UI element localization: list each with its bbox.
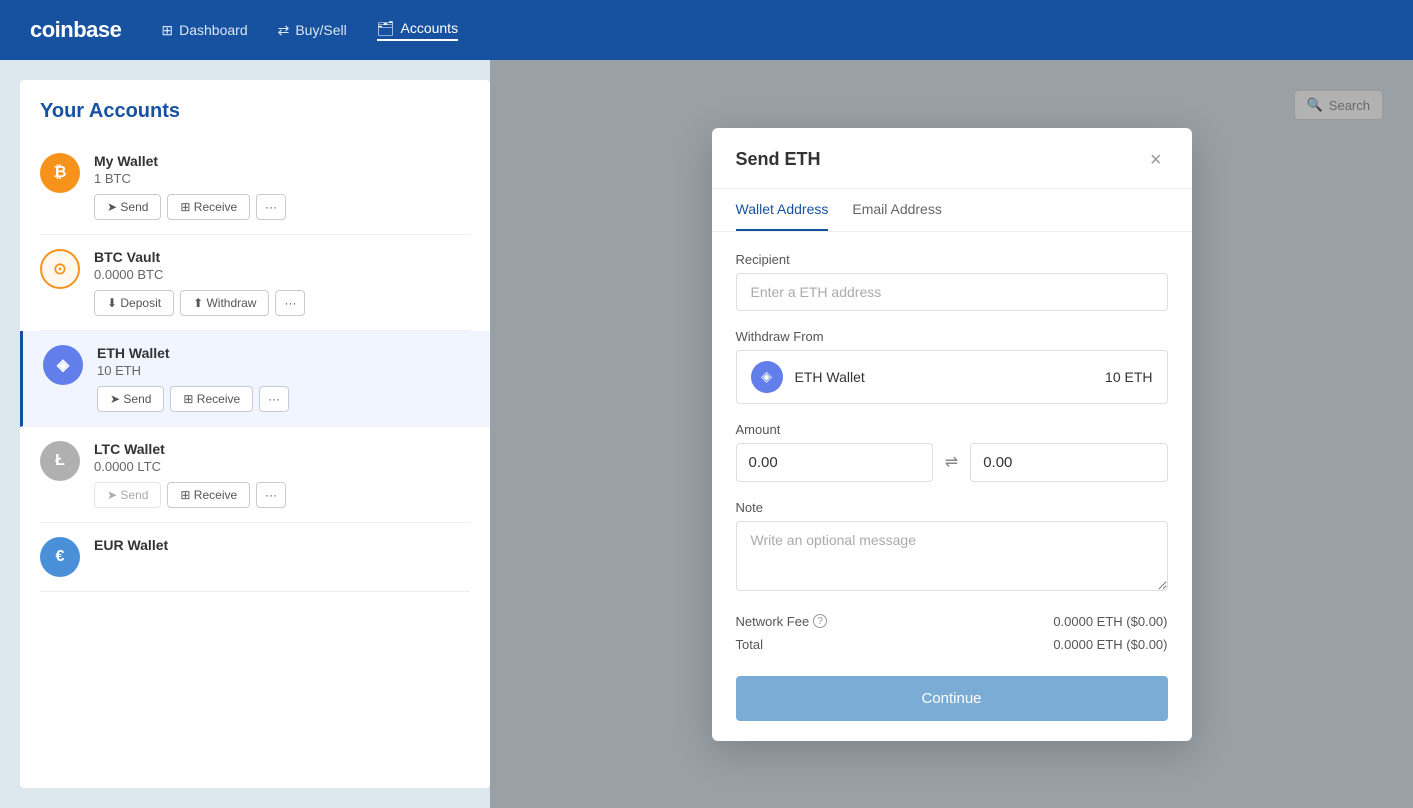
account-balance: 0.0000 LTC [94, 459, 470, 474]
nav-buysell[interactable]: ⇄ Buy/Sell [278, 22, 347, 39]
modal-header: Send ETH × [712, 128, 1192, 189]
btc-vault-icon: ⊙ [40, 249, 80, 289]
your-accounts-title: Your Accounts [40, 100, 470, 123]
accounts-icon: 🗂 [377, 20, 395, 37]
recipient-group: Recipient [736, 252, 1168, 311]
withdraw-from-group: Withdraw From ◈ ETH Wallet 10 ETH [736, 329, 1168, 404]
account-info-btc-vault: BTC Vault 0.0000 BTC ⬇ Deposit ⬆ Withdra… [94, 249, 470, 316]
nav-dashboard[interactable]: ⊞ Dashboard [161, 22, 247, 39]
account-name: ETH Wallet [97, 345, 470, 361]
more-button-eth[interactable]: ··· [259, 386, 289, 412]
send-button-ltc: ➤ Send [94, 482, 161, 508]
sidebar-panel: Your Accounts ₿ My Wallet 1 BTC ➤ Send ⊞… [20, 80, 490, 788]
amount-row: USD ⇌ ETH [736, 443, 1168, 482]
withdraw-name: ETH Wallet [795, 369, 1094, 385]
account-actions: ⬇ Deposit ⬆ Withdraw ··· [94, 290, 470, 316]
note-label: Note [736, 500, 1168, 515]
withdraw-eth-icon: ◈ [751, 361, 783, 393]
tab-email-address[interactable]: Email Address [852, 189, 941, 231]
note-textarea[interactable] [736, 521, 1168, 591]
deposit-button[interactable]: ⬇ Deposit [94, 290, 174, 316]
btc-icon: ₿ [40, 153, 80, 193]
account-info-eur-wallet: EUR Wallet [94, 537, 470, 555]
nav-accounts[interactable]: 🗂 Accounts [377, 20, 458, 41]
network-fee-value: 0.0000 ETH ($0.00) [1053, 614, 1167, 629]
send-button-my-wallet[interactable]: ➤ Send [94, 194, 161, 220]
account-name: EUR Wallet [94, 537, 470, 553]
note-group: Note [736, 500, 1168, 596]
account-item-eur-wallet: € EUR Wallet [40, 523, 470, 592]
account-name: LTC Wallet [94, 441, 470, 457]
more-button-btc-vault[interactable]: ··· [275, 290, 305, 316]
account-info-my-wallet: My Wallet 1 BTC ➤ Send ⊞ Receive ··· [94, 153, 470, 220]
more-button-ltc[interactable]: ··· [256, 482, 286, 508]
withdraw-from-box[interactable]: ◈ ETH Wallet 10 ETH [736, 350, 1168, 404]
account-actions: ➤ Send ⊞ Receive ··· [94, 482, 470, 508]
withdraw-balance: 10 ETH [1105, 369, 1152, 385]
modal-title: Send ETH [736, 149, 821, 170]
main-content: Your Accounts ₿ My Wallet 1 BTC ➤ Send ⊞… [0, 60, 1413, 808]
account-name: BTC Vault [94, 249, 470, 265]
ltc-icon: Ł [40, 441, 80, 481]
nav-links: ⊞ Dashboard ⇄ Buy/Sell 🗂 Accounts [161, 20, 458, 41]
recipient-input[interactable] [736, 273, 1168, 311]
withdraw-from-label: Withdraw From [736, 329, 1168, 344]
modal-body: Recipient Withdraw From ◈ ETH Wallet 10 … [712, 232, 1192, 741]
logo: coinbase [30, 17, 121, 43]
total-label: Total [736, 637, 763, 652]
receive-button-eth[interactable]: ⊞ Receive [170, 386, 253, 412]
buysell-icon: ⇄ [278, 22, 290, 39]
account-item-my-wallet: ₿ My Wallet 1 BTC ➤ Send ⊞ Receive ··· [40, 139, 470, 235]
top-nav: coinbase ⊞ Dashboard ⇄ Buy/Sell 🗂 Accoun… [0, 0, 1413, 60]
account-info-eth-wallet: ETH Wallet 10 ETH ➤ Send ⊞ Receive ··· [97, 345, 470, 412]
receive-button-my-wallet[interactable]: ⊞ Receive [167, 194, 250, 220]
eth-amount-field: ETH [970, 443, 1167, 482]
account-item-eth-wallet: ◈ ETH Wallet 10 ETH ➤ Send ⊞ Receive ··· [20, 331, 490, 427]
eth-amount-input[interactable] [971, 444, 1167, 481]
amount-label: Amount [736, 422, 1168, 437]
account-balance: 1 BTC [94, 171, 470, 186]
eth-icon: ◈ [43, 345, 83, 385]
account-actions: ➤ Send ⊞ Receive ··· [97, 386, 470, 412]
amount-group: Amount USD ⇌ ETH [736, 422, 1168, 482]
network-fee-label: Network Fee ? [736, 614, 828, 629]
receive-button-ltc[interactable]: ⊞ Receive [167, 482, 250, 508]
eur-icon: € [40, 537, 80, 577]
network-fee-help-icon[interactable]: ? [813, 614, 827, 628]
modal-tabs: Wallet Address Email Address [712, 189, 1192, 232]
right-content: 🔍 Search Send ETH × Wallet Address Email… [490, 60, 1413, 808]
account-item-btc-vault: ⊙ BTC Vault 0.0000 BTC ⬇ Deposit ⬆ Withd… [40, 235, 470, 331]
account-actions: ➤ Send ⊞ Receive ··· [94, 194, 470, 220]
send-eth-modal: Send ETH × Wallet Address Email Address … [712, 128, 1192, 741]
account-item-ltc-wallet: Ł LTC Wallet 0.0000 LTC ➤ Send ⊞ Receive… [40, 427, 470, 523]
close-modal-button[interactable]: × [1144, 148, 1168, 172]
withdraw-button[interactable]: ⬆ Withdraw [180, 290, 269, 316]
usd-amount-input[interactable] [737, 444, 933, 481]
account-name: My Wallet [94, 153, 470, 169]
usd-amount-field: USD [736, 443, 933, 482]
account-info-ltc-wallet: LTC Wallet 0.0000 LTC ➤ Send ⊞ Receive ·… [94, 441, 470, 508]
account-balance: 10 ETH [97, 363, 470, 378]
total-row: Total 0.0000 ETH ($0.00) [736, 637, 1168, 652]
modal-overlay: Send ETH × Wallet Address Email Address … [490, 60, 1413, 808]
more-button-my-wallet[interactable]: ··· [256, 194, 286, 220]
recipient-label: Recipient [736, 252, 1168, 267]
total-value: 0.0000 ETH ($0.00) [1053, 637, 1167, 652]
account-balance: 0.0000 BTC [94, 267, 470, 282]
network-fee-row: Network Fee ? 0.0000 ETH ($0.00) [736, 614, 1168, 629]
swap-currency-icon[interactable]: ⇌ [941, 448, 962, 476]
send-button-eth[interactable]: ➤ Send [97, 386, 164, 412]
continue-button[interactable]: Continue [736, 676, 1168, 721]
tab-wallet-address[interactable]: Wallet Address [736, 189, 829, 231]
dashboard-icon: ⊞ [161, 22, 173, 39]
